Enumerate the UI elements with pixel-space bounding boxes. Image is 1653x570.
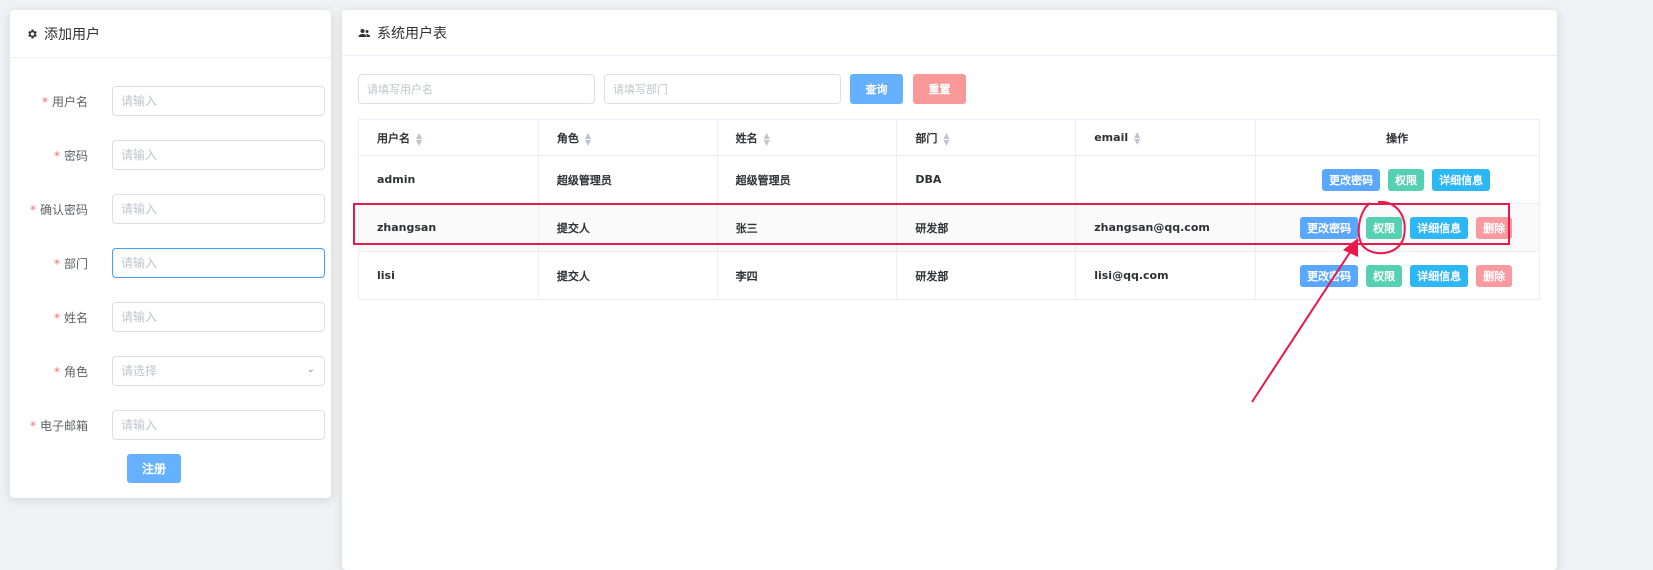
required-mark: * xyxy=(53,310,60,325)
required-mark: * xyxy=(41,94,48,109)
password-label: * 密码 xyxy=(53,148,88,163)
table-row[interactable]: zhangsan 提交人 张三 研发部 zhangsan@qq.com 更改密码 权限 详细信… xyxy=(358,203,1540,252)
cell-username: lisi xyxy=(358,251,539,300)
delete-button[interactable]: 删除 xyxy=(1476,264,1513,287)
change-password-button[interactable]: 更改密码 xyxy=(1322,168,1381,191)
gear-icon xyxy=(26,28,38,40)
required-mark: * xyxy=(29,418,36,433)
chevron-down-icon[interactable]: ⌄ xyxy=(307,364,315,375)
email-input[interactable] xyxy=(112,410,325,440)
cell-dept: 研发部 xyxy=(896,203,1077,252)
cell-username: admin xyxy=(358,155,539,204)
permission-button[interactable]: 权限 xyxy=(1366,216,1403,239)
password-input[interactable] xyxy=(112,140,325,170)
details-button[interactable]: 详细信息 xyxy=(1432,168,1491,191)
col-username[interactable]: 用户名 ▲ ▼ xyxy=(358,119,539,156)
username-label: * 用户名 xyxy=(41,94,88,109)
col-actions: 操作 xyxy=(1255,119,1540,156)
col-name[interactable]: 姓名 ▲ ▼ xyxy=(717,119,898,156)
permission-button[interactable]: 权限 xyxy=(1366,264,1403,287)
email-label: * 电子邮箱 xyxy=(29,418,88,433)
add-user-header: 添加用户 xyxy=(10,10,331,58)
required-mark: * xyxy=(29,202,36,217)
role-select-input[interactable] xyxy=(112,356,325,386)
cell-actions: 更改密码 权限 详细信息 删除 xyxy=(1255,251,1540,300)
add-user-title: 添加用户 xyxy=(44,26,100,43)
user-table-title: 系统用户表 xyxy=(377,25,447,42)
cell-actions: 更改密码 权限 详细信息 xyxy=(1255,155,1540,204)
cell-email xyxy=(1075,155,1257,204)
change-password-button[interactable]: 更改密码 xyxy=(1300,216,1359,239)
required-mark: * xyxy=(53,364,60,379)
form-row-email: * 电子邮箱 xyxy=(10,409,331,441)
required-mark: * xyxy=(53,148,60,163)
sort-icon[interactable]: ▲ ▼ xyxy=(943,131,949,146)
sort-icon[interactable]: ▲ ▼ xyxy=(416,131,422,146)
form-row-name: * 姓名 xyxy=(10,301,331,333)
cell-actions: 更改密码 权限 详细信息 删除 xyxy=(1255,203,1540,252)
user-table: 用户名 ▲ ▼ 角色 ▲ ▼ 姓名 ▲ ▼ 部门 ▲ ▼ email ▲ ▼ 操作 admin 超级管… xyxy=(358,119,1540,300)
reset-button[interactable]: 重置 xyxy=(913,74,966,104)
row-actions: 更改密码 权限 详细信息 删除 xyxy=(1274,264,1538,287)
query-button[interactable]: 查询 xyxy=(850,74,903,104)
confirm-password-label: * 确认密码 xyxy=(29,202,88,217)
username-search-input[interactable] xyxy=(358,74,595,104)
register-button[interactable]: 注册 xyxy=(127,454,181,483)
name-label: * 姓名 xyxy=(53,310,88,325)
form-row-role: *角色 ⌄ xyxy=(10,355,331,387)
table-row[interactable]: lisi 提交人 李四 研发部 lisi@qq.com 更改密码 权限 详细信息 删除 xyxy=(358,251,1540,300)
cell-dept: 研发部 xyxy=(896,251,1077,300)
col-role[interactable]: 角色 ▲ ▼ xyxy=(538,119,718,156)
sort-icon[interactable]: ▲ ▼ xyxy=(1134,130,1140,145)
department-input[interactable] xyxy=(112,248,325,278)
change-password-button[interactable]: 更改密码 xyxy=(1300,264,1359,287)
dept-search-input[interactable] xyxy=(604,74,841,104)
delete-button[interactable]: 删除 xyxy=(1476,216,1513,239)
cell-email: zhangsan@qq.com xyxy=(1075,203,1257,252)
cell-role: 提交人 xyxy=(538,251,718,300)
cell-role: 提交人 xyxy=(538,203,718,252)
role-label: * 角色 xyxy=(53,364,88,379)
table-header-row: 用户名 ▲ ▼ 角色 ▲ ▼ 姓名 ▲ ▼ 部门 ▲ ▼ email ▲ ▼ 操作 xyxy=(358,119,1540,156)
sort-icon[interactable]: ▲ ▼ xyxy=(764,131,770,146)
form-row-department: * 部门 xyxy=(10,247,331,279)
add-user-card: 添加用户 *用户名 *密码 *确认密码 *部门 *姓名 *角色 ⌄ *电子邮箱 注册 xyxy=(10,10,331,498)
col-dept[interactable]: 部门 ▲ ▼ xyxy=(896,119,1077,156)
form-row-username: * 用户名 xyxy=(10,85,331,117)
users-icon xyxy=(358,27,371,39)
details-button[interactable]: 详细信息 xyxy=(1410,216,1469,239)
sort-icon[interactable]: ▲ ▼ xyxy=(585,131,591,146)
form-row-password: * 密码 xyxy=(10,139,331,171)
username-input[interactable] xyxy=(112,86,325,116)
cell-dept: DBA xyxy=(896,155,1077,204)
table-row[interactable]: admin 超级管理员 超级管理员 DBA 更改密码 权限 详细信息 xyxy=(358,155,1540,204)
required-mark: * xyxy=(53,256,60,271)
form-row-confirm-password: * 确认密码 xyxy=(10,193,331,225)
confirm-password-input[interactable] xyxy=(112,194,325,224)
cell-name: 超级管理员 xyxy=(717,155,898,204)
col-email[interactable]: email ▲ ▼ xyxy=(1075,119,1257,156)
cell-role: 超级管理员 xyxy=(538,155,718,204)
department-label: * 部门 xyxy=(53,256,88,271)
row-actions: 更改密码 权限 详细信息 删除 xyxy=(1274,216,1538,239)
cell-email: lisi@qq.com xyxy=(1075,251,1257,300)
user-table-header: 系统用户表 xyxy=(342,10,1557,56)
details-button[interactable]: 详细信息 xyxy=(1410,264,1469,287)
cell-name: 李四 xyxy=(717,251,898,300)
permission-button[interactable]: 权限 xyxy=(1388,168,1425,191)
role-select[interactable]: ⌄ xyxy=(112,356,325,386)
row-actions: 更改密码 权限 详细信息 xyxy=(1274,168,1538,191)
name-input[interactable] xyxy=(112,302,325,332)
cell-username: zhangsan xyxy=(358,203,539,252)
cell-name: 张三 xyxy=(717,203,898,252)
